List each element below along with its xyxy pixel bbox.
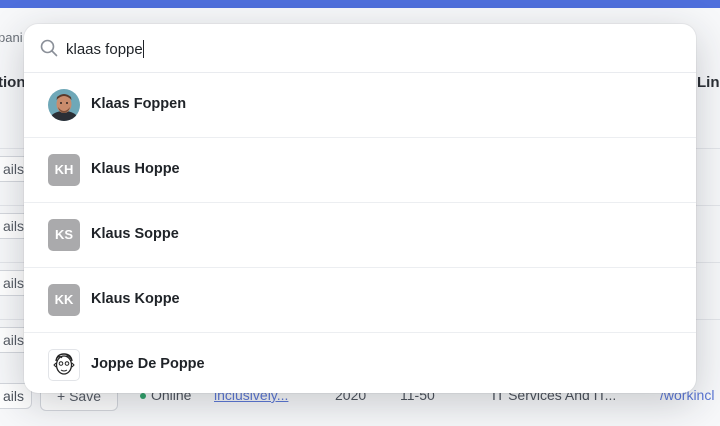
top-accent-bar [0, 0, 720, 8]
status-online-dot [140, 393, 146, 399]
search-result-item[interactable]: Joppe De Poppe [24, 333, 696, 393]
avatar-initials: KK [48, 284, 80, 316]
search-icon [40, 39, 58, 57]
result-name: Klaus Soppe [91, 226, 179, 242]
bg-top-left-text: pani [0, 30, 23, 45]
search-bar [24, 24, 696, 73]
search-input[interactable] [66, 37, 666, 61]
avatar-photo [48, 89, 80, 121]
search-result-item[interactable]: KK Klaus Koppe [24, 268, 696, 333]
result-name: Klaas Foppen [91, 96, 187, 112]
search-palette: Klaas Foppen KH Klaus Hoppe KS Klaus Sop… [24, 24, 696, 393]
avatar-initials: KS [48, 219, 80, 251]
search-result-item[interactable]: KS Klaus Soppe [24, 203, 696, 268]
result-name: Klaus Koppe [91, 291, 180, 307]
text-caret [143, 40, 144, 58]
avatar-initials: KH [48, 154, 80, 186]
bg-header-left: tion [0, 74, 26, 91]
avatar-sketch [48, 349, 80, 381]
search-result-item[interactable]: KH Klaus Hoppe [24, 138, 696, 203]
result-name: Klaus Hoppe [91, 161, 180, 177]
result-name: Joppe De Poppe [91, 356, 205, 372]
search-result-item[interactable]: Klaas Foppen [24, 73, 696, 138]
bg-header-right: Link [697, 74, 720, 91]
